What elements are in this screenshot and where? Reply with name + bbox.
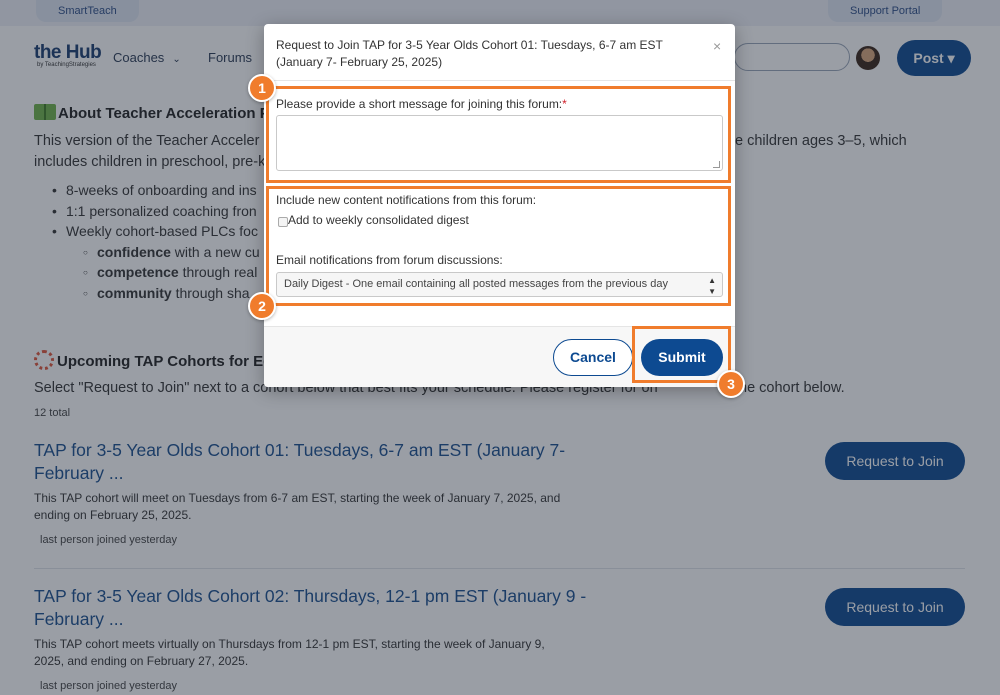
close-icon[interactable]: × — [713, 38, 721, 54]
annotation-badge-1: 1 — [248, 74, 276, 102]
annotation-badge-2: 2 — [248, 292, 276, 320]
cancel-button[interactable]: Cancel — [553, 339, 633, 376]
modal-title: Request to Join TAP for 3-5 Year Olds Co… — [276, 38, 663, 69]
modal-divider — [264, 80, 735, 81]
highlight-box-1 — [266, 86, 731, 183]
annotation-badge-3: 3 — [717, 370, 745, 398]
highlight-box-2 — [266, 186, 731, 306]
highlight-box-3 — [632, 326, 731, 383]
